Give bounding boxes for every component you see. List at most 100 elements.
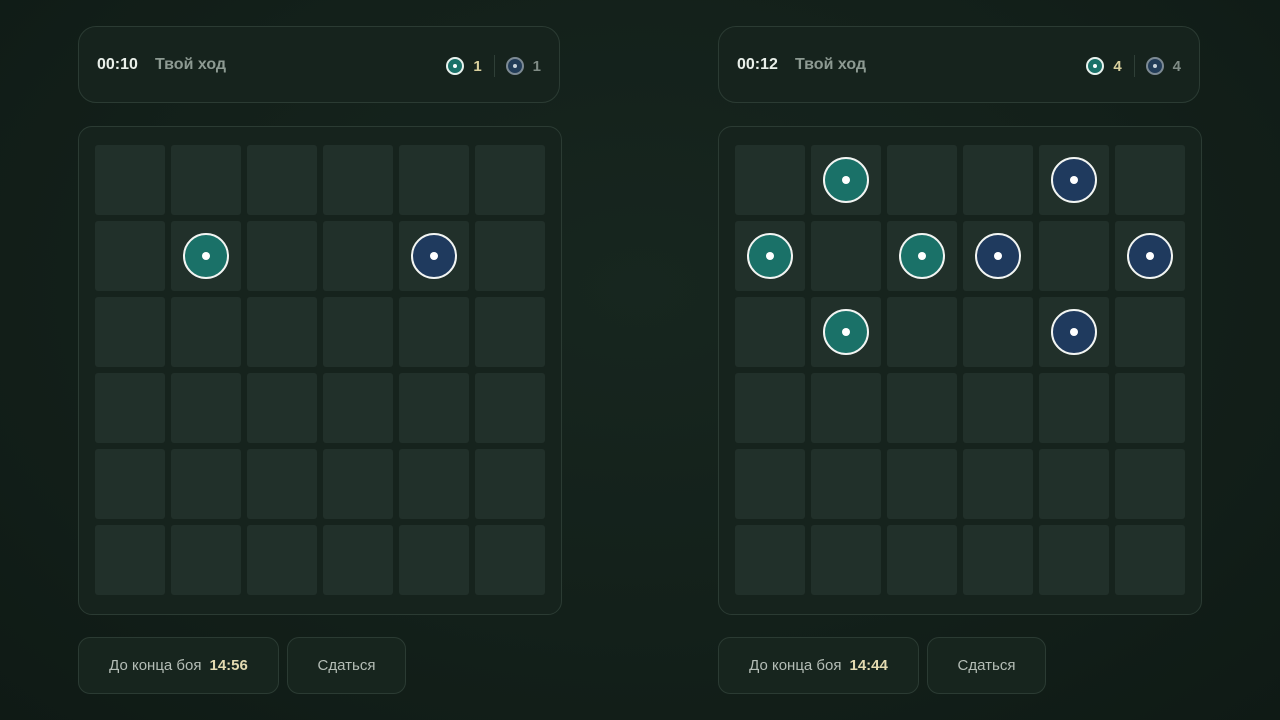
board-cell[interactable]: [247, 525, 317, 595]
board-cell[interactable]: [323, 373, 393, 443]
board-cell[interactable]: [399, 373, 469, 443]
board-cell[interactable]: [247, 221, 317, 291]
board-cell[interactable]: [963, 297, 1033, 367]
battle-end-time: 14:44: [849, 657, 888, 674]
board-cell[interactable]: [95, 145, 165, 215]
game-board: [78, 126, 562, 615]
board-cell[interactable]: [963, 221, 1033, 291]
board-cell[interactable]: [1039, 297, 1109, 367]
board-cell[interactable]: [811, 221, 881, 291]
game-panel-right: 00:12 Твой ход 4 4 До конца боя 14:44 Сд…: [718, 0, 1202, 720]
board-cell[interactable]: [887, 373, 957, 443]
board-cell[interactable]: [963, 525, 1033, 595]
board-cell[interactable]: [1039, 525, 1109, 595]
board-cell[interactable]: [887, 297, 957, 367]
board-cell[interactable]: [1039, 145, 1109, 215]
board-cell[interactable]: [1115, 297, 1185, 367]
opponent-disc-icon: [1127, 233, 1173, 279]
board-cell[interactable]: [963, 145, 1033, 215]
player-disc-icon: [1086, 57, 1105, 75]
board-cell[interactable]: [323, 449, 393, 519]
board-cell[interactable]: [171, 297, 241, 367]
surrender-button[interactable]: Сдаться: [287, 637, 406, 694]
score-display: 4 4: [1086, 54, 1181, 78]
board-cell[interactable]: [735, 221, 805, 291]
board-cell[interactable]: [171, 145, 241, 215]
battle-end-label: До конца боя: [109, 657, 202, 674]
battle-timer-button[interactable]: До конца боя 14:56: [78, 637, 279, 694]
board-cell[interactable]: [1115, 373, 1185, 443]
board-cell[interactable]: [475, 221, 545, 291]
board-cell[interactable]: [171, 373, 241, 443]
battle-timer-button[interactable]: До конца боя 14:44: [718, 637, 919, 694]
board-cell[interactable]: [811, 449, 881, 519]
board-cell[interactable]: [887, 221, 957, 291]
board-cell[interactable]: [475, 525, 545, 595]
opponent-score: 4: [1172, 57, 1181, 75]
board-cell[interactable]: [95, 221, 165, 291]
board-cell[interactable]: [1115, 145, 1185, 215]
board-cell[interactable]: [247, 449, 317, 519]
board-cell[interactable]: [811, 373, 881, 443]
board-cell[interactable]: [1039, 449, 1109, 519]
game-panel-left: 00:10 Твой ход 1 1 До конца боя 14:56 Сд…: [78, 0, 562, 720]
board-cell[interactable]: [95, 449, 165, 519]
opponent-disc-icon: [1051, 157, 1097, 203]
board-cell[interactable]: [811, 145, 881, 215]
board-cell[interactable]: [1115, 525, 1185, 595]
board-cell[interactable]: [323, 525, 393, 595]
board-cell[interactable]: [1115, 449, 1185, 519]
board-cell[interactable]: [475, 449, 545, 519]
board-cell[interactable]: [735, 449, 805, 519]
board-cell[interactable]: [95, 373, 165, 443]
board-cell[interactable]: [399, 145, 469, 215]
player-disc-icon: [823, 309, 869, 355]
board-cell[interactable]: [171, 449, 241, 519]
score-divider: [1133, 55, 1135, 77]
board-cell[interactable]: [95, 297, 165, 367]
board-cell[interactable]: [475, 373, 545, 443]
battle-end-time: 14:56: [209, 657, 248, 674]
battle-end-label: До конца боя: [749, 657, 842, 674]
board-cell[interactable]: [963, 373, 1033, 443]
opponent-disc-icon: [505, 57, 524, 75]
board-cell[interactable]: [399, 297, 469, 367]
board-cell[interactable]: [95, 525, 165, 595]
board-cell[interactable]: [323, 297, 393, 367]
board-cell[interactable]: [323, 145, 393, 215]
board-cell[interactable]: [887, 145, 957, 215]
board-cell[interactable]: [247, 145, 317, 215]
player-disc-icon: [823, 157, 869, 203]
board-cell[interactable]: [247, 373, 317, 443]
turn-timer: 00:12: [737, 56, 778, 73]
board-cell[interactable]: [475, 145, 545, 215]
board-cell[interactable]: [735, 373, 805, 443]
board-cell[interactable]: [475, 297, 545, 367]
board-cell[interactable]: [171, 221, 241, 291]
board-cell[interactable]: [811, 297, 881, 367]
player-disc-icon: [899, 233, 945, 279]
board-cell[interactable]: [887, 525, 957, 595]
board-cell[interactable]: [811, 525, 881, 595]
board-cell[interactable]: [171, 525, 241, 595]
board-cell[interactable]: [399, 221, 469, 291]
board-cell[interactable]: [399, 525, 469, 595]
board-cell[interactable]: [1039, 373, 1109, 443]
board-cell[interactable]: [247, 297, 317, 367]
board-cell[interactable]: [1115, 221, 1185, 291]
board-cell[interactable]: [735, 525, 805, 595]
board-cell[interactable]: [399, 449, 469, 519]
board-cell[interactable]: [963, 449, 1033, 519]
score-display: 1 1: [446, 54, 541, 78]
turn-label: Твой ход: [155, 56, 227, 73]
board-cell[interactable]: [1039, 221, 1109, 291]
score-divider: [493, 55, 495, 77]
opponent-disc-icon: [411, 233, 457, 279]
board-grid: [95, 145, 545, 595]
board-cell[interactable]: [887, 449, 957, 519]
board-cell[interactable]: [735, 297, 805, 367]
board-cell[interactable]: [323, 221, 393, 291]
board-cell[interactable]: [735, 145, 805, 215]
player-disc-icon: [446, 57, 465, 75]
surrender-button[interactable]: Сдаться: [927, 637, 1046, 694]
